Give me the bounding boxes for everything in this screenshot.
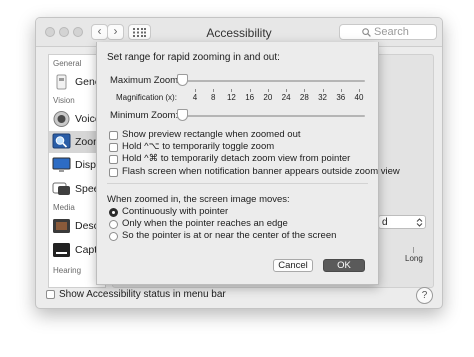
max-zoom-track — [177, 80, 365, 82]
slider-tick — [413, 247, 414, 253]
center-radio[interactable] — [109, 232, 118, 241]
magnification-tick — [267, 89, 269, 92]
magnification-tick — [213, 89, 215, 92]
zoom-style-popup-value: d — [382, 217, 388, 228]
search-field[interactable]: Search — [339, 24, 437, 40]
edge-radio[interactable] — [109, 220, 118, 229]
zoom-style-popup[interactable]: d — [378, 215, 426, 229]
popup-arrows-icon — [416, 218, 423, 227]
captions-icon — [53, 243, 70, 257]
center-label: So the pointer is at or near the center … — [122, 230, 337, 241]
magnification-tick — [304, 89, 306, 92]
magnification-tick — [195, 89, 196, 92]
min-zoom-thumb[interactable] — [177, 109, 188, 121]
show-preview-label: Show preview rectangle when zoomed out — [122, 129, 301, 140]
magnification-tick — [249, 89, 251, 92]
help-button[interactable]: ? — [416, 287, 433, 304]
detach-zoom-checkbox[interactable] — [109, 155, 118, 164]
min-zoom-label: Minimum Zoom: — [110, 110, 179, 121]
max-zoom-thumb[interactable] — [177, 74, 188, 86]
zoom-icon — [52, 133, 71, 149]
flash-screen-checkbox[interactable] — [109, 168, 118, 177]
search-icon — [362, 28, 371, 37]
max-zoom-slider[interactable] — [177, 74, 365, 88]
moves-heading: When zoomed in, the screen image moves: — [107, 194, 290, 205]
edge-label: Only when the pointer reaches an edge — [122, 218, 288, 229]
help-icon: ? — [421, 290, 428, 301]
magnification-tick — [322, 89, 324, 92]
sidebar-section-vision: Vision — [53, 96, 75, 105]
show-status-checkbox[interactable] — [46, 290, 55, 299]
magnification-tick-label: 16 — [245, 93, 255, 102]
magnification-tick-label: 40 — [354, 93, 364, 102]
magnification-tick-label: 20 — [263, 93, 273, 102]
sheet-heading: Set range for rapid zooming in and out: — [107, 52, 280, 63]
slider-end-label: Long — [405, 254, 423, 263]
sidebar-section-media: Media — [53, 203, 75, 212]
toggle-zoom-label: Hold ^⌥ to temporarily toggle zoom — [122, 141, 275, 152]
detach-zoom-label: Hold ^⌘ to temporarily detach zoom view … — [122, 153, 351, 164]
continuously-label: Continuously with pointer — [122, 206, 229, 217]
display-icon — [52, 157, 71, 172]
magnification-tick — [340, 89, 342, 92]
show-preview-checkbox[interactable] — [109, 131, 118, 140]
speech-icon — [52, 182, 70, 195]
ok-button[interactable]: OK — [323, 259, 365, 272]
toggle-zoom-checkbox[interactable] — [109, 143, 118, 152]
search-placeholder: Search — [374, 26, 409, 38]
magnification-tick-label: 32 — [318, 93, 327, 102]
magnification-tick-label: 36 — [336, 93, 346, 102]
descriptions-icon — [53, 219, 70, 233]
max-zoom-label: Maximum Zoom: — [110, 75, 181, 86]
magnification-tick-label: 28 — [299, 93, 309, 102]
sidebar-section-general: General — [53, 59, 82, 68]
magnification-tick-label: 4 — [192, 93, 198, 102]
voiceover-icon — [53, 111, 70, 127]
magnification-tick-label: 24 — [281, 93, 291, 102]
magnification-tick-label: 12 — [226, 93, 236, 102]
magnification-tick — [231, 89, 233, 92]
magnification-tick-label: 8 — [210, 93, 216, 102]
magnification-label: Magnification (x): — [116, 93, 177, 102]
magnification-tick — [359, 89, 360, 92]
min-zoom-track — [177, 115, 365, 117]
flash-screen-label: Flash screen when notification banner ap… — [122, 166, 400, 177]
continuously-radio[interactable] — [109, 208, 118, 217]
general-icon — [56, 74, 67, 90]
cancel-button[interactable]: Cancel — [273, 259, 313, 272]
sheet-divider — [107, 183, 368, 184]
show-status-label: Show Accessibility status in menu bar — [59, 289, 226, 300]
magnification-tick — [286, 89, 288, 92]
sidebar-section-hearing: Hearing — [53, 266, 82, 275]
min-zoom-slider[interactable] — [177, 109, 365, 123]
zoom-options-sheet: Set range for rapid zooming in and out: … — [96, 42, 400, 285]
